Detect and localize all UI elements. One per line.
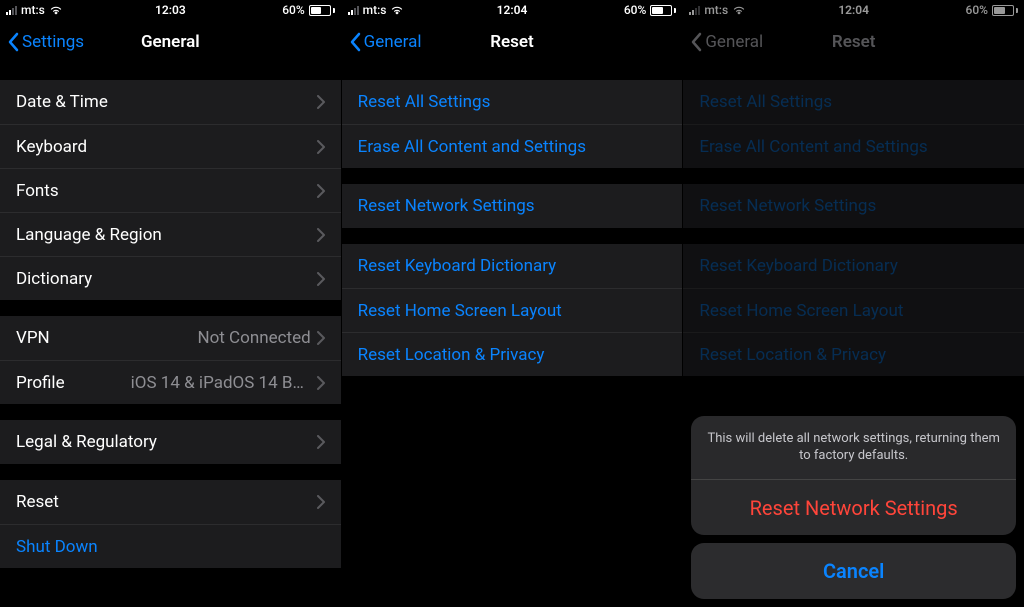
row-label: Reset Location & Privacy [358,345,545,365]
chevron-right-icon [317,331,325,345]
back-label: Settings [22,32,84,52]
table-row[interactable]: Reset All Settings [342,80,683,124]
carrier-label: mt:s [363,3,387,17]
row-label: Shut Down [16,537,98,557]
signal-icon [6,5,17,15]
row-label: Keyboard [16,137,87,157]
table-row[interactable]: Legal & Regulatory [0,420,341,464]
chevron-right-icon [317,228,325,242]
table-row[interactable]: Reset [0,480,341,524]
table-row[interactable]: Fonts [0,168,341,212]
row-detail: Not Connected [197,328,310,348]
table-row[interactable]: Reset Location & Privacy [342,332,683,376]
chevron-right-icon [317,140,325,154]
group-gap [342,168,683,184]
table-row[interactable]: Reset Keyboard Dictionary [342,244,683,288]
chevron-right-icon [317,435,325,449]
action-sheet-group: This will delete all network settings, r… [691,416,1016,535]
chevron-right-icon [317,376,325,390]
back-button[interactable]: General [350,32,422,52]
action-sheet-destructive-button[interactable]: Reset Network Settings [691,479,1016,535]
row-label: Legal & Regulatory [16,432,157,452]
battery-icon [309,5,335,16]
chevron-left-icon [8,32,20,52]
action-sheet-message: This will delete all network settings, r… [691,416,1016,479]
chevron-right-icon [317,272,325,286]
chevron-right-icon [317,184,325,198]
phone-3: mt:s12:0460%GeneralResetReset All Settin… [682,0,1024,607]
row-label: Erase All Content and Settings [358,137,586,157]
group-gap [0,300,341,316]
table-row[interactable]: Shut Down [0,524,341,568]
chevron-left-icon [350,32,362,52]
status-left: mt:s [6,3,63,17]
table-row[interactable]: Keyboard [0,124,341,168]
content: Date & Time Keyboard Fonts Language & Regio… [0,64,341,607]
table-row[interactable]: Reset Home Screen Layout [342,288,683,332]
row-label: Reset All Settings [358,92,491,112]
nav-bar: Settings General [0,20,341,64]
row-detail: iOS 14 & iPadOS 14 Beta Softwar... [131,373,311,393]
group-gap [342,228,683,244]
group-gap [0,64,341,80]
row-label: Fonts [16,181,59,201]
page-title: Reset [490,32,534,52]
status-bar: mt:s 12:03 60% [0,0,341,20]
group-gap [0,404,341,420]
table-row[interactable]: Date & Time [0,80,341,124]
carrier-label: mt:s [21,3,45,17]
row-label: Reset Home Screen Layout [358,301,562,321]
table-row[interactable]: Erase All Content and Settings [342,124,683,168]
table-row[interactable]: Reset Network Settings [342,184,683,228]
table-row[interactable]: Profile iOS 14 & iPadOS 14 Beta Softwar..… [0,360,341,404]
page-title: General [141,32,200,52]
action-sheet-cancel-button[interactable]: Cancel [691,543,1016,599]
chevron-right-icon [317,95,325,109]
status-right: 60% [624,3,676,17]
back-button[interactable]: Settings [8,32,84,52]
wifi-icon [49,5,63,15]
back-label: General [364,32,422,52]
row-label: Language & Region [16,225,162,245]
battery-pct: 60% [282,3,304,17]
row-label: VPN [16,328,50,348]
content: Reset All Settings Erase All Content and … [342,64,683,607]
status-time: 12:04 [497,3,528,17]
row-label: Date & Time [16,92,108,112]
phone-1: mt:s 12:03 60% Settings General Date & Time Ke… [0,0,341,607]
nav-bar: General Reset [342,20,683,64]
row-label: Profile [16,373,65,393]
row-label: Reset [16,492,59,512]
row-label: Reset Network Settings [358,196,535,216]
table-row[interactable]: Language & Region [0,212,341,256]
row-label: Reset Keyboard Dictionary [358,256,557,276]
status-left: mt:s [348,3,405,17]
row-label: Dictionary [16,269,92,289]
table-row[interactable]: VPN Not Connected [0,316,341,360]
status-right: 60% [282,3,334,17]
group-gap [0,464,341,480]
phone-2: mt:s 12:04 60% General Reset Reset All Settin… [341,0,683,607]
table-row[interactable]: Dictionary [0,256,341,300]
signal-icon [348,5,359,15]
group-gap [342,64,683,80]
wifi-icon [390,5,404,15]
action-sheet: This will delete all network settings, r… [691,416,1016,599]
status-time: 12:03 [155,3,186,17]
status-bar: mt:s 12:04 60% [342,0,683,20]
battery-pct: 60% [624,3,646,17]
chevron-right-icon [317,495,325,509]
battery-icon [650,5,676,16]
